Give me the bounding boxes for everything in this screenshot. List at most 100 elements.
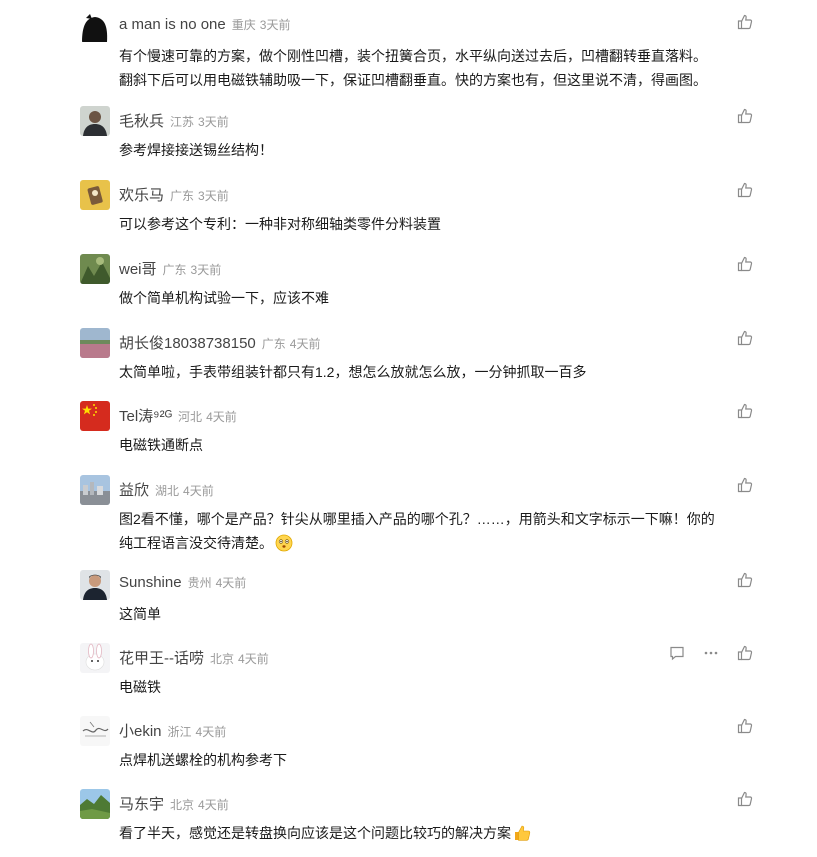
- comment-line: 纯工程语言没交待清楚。: [119, 531, 759, 559]
- comment-meta: 毛秋兵 江苏 3天前: [119, 110, 229, 131]
- thumbs-up-emoji-icon: [513, 824, 531, 849]
- comment-list: a man is no one 重庆 3天前 有个慢速可靠的方案，做个刚性凹槽，…: [0, 0, 817, 857]
- comment-actions: [737, 14, 753, 30]
- avatar[interactable]: [80, 180, 110, 210]
- comment-line: 做个简单机构试验一下，应该不难: [119, 290, 329, 306]
- comment-meta: 花甲王--话唠 北京 4天前: [119, 647, 269, 668]
- author-name[interactable]: 马东宇: [119, 793, 164, 814]
- comment-actions: [737, 477, 753, 493]
- comment-actions: [737, 182, 753, 198]
- comment-text: 电磁铁: [119, 675, 759, 699]
- comment-line: 图2看不懂，哪个是产品？针尖从哪里插入产品的哪个孔？……，用箭头和文字标示一下嘛…: [119, 511, 715, 527]
- comment-text: 太简单啦，手表带组装针都只有1.2，想怎么放就怎么放，一分钟抓取一百多: [119, 360, 759, 384]
- comment-line: 太简单啦，手表带组装针都只有1.2，想怎么放就怎么放，一分钟抓取一百多: [119, 364, 587, 380]
- comment-text: 看了半天，感觉还是转盘换向应该是这个问题比较巧的解决方案: [119, 821, 759, 849]
- author-name[interactable]: 胡长俊18038738150: [119, 332, 256, 353]
- comment-text: 参考焊接接送锡丝结构！: [119, 138, 759, 162]
- thumbs-up-icon[interactable]: [737, 330, 753, 346]
- thumbs-up-icon[interactable]: [737, 182, 753, 198]
- comment-actions: [737, 330, 753, 346]
- comment-meta: Tel涛⁹²ᴳ 河北 4天前: [119, 405, 237, 426]
- comment-line: 电磁铁: [119, 679, 161, 695]
- avatar[interactable]: [80, 475, 110, 505]
- avatar[interactable]: [80, 643, 110, 673]
- author-name[interactable]: Tel涛⁹²ᴳ: [119, 405, 172, 426]
- more-icon[interactable]: [703, 645, 719, 661]
- comment-text: 图2看不懂，哪个是产品？针尖从哪里插入产品的哪个孔？……，用箭头和文字标示一下嘛…: [119, 507, 759, 559]
- comment-meta: 欢乐马 广东 3天前: [119, 184, 229, 205]
- comment-actions: [669, 645, 753, 661]
- comment-actions: [737, 572, 753, 588]
- author-name[interactable]: 欢乐马: [119, 184, 164, 205]
- author-name[interactable]: a man is no one: [119, 16, 226, 33]
- timestamp: 3天前: [190, 263, 222, 277]
- comment-line: 这简单: [119, 606, 161, 622]
- timestamp: 4天前: [289, 337, 321, 351]
- avatar[interactable]: [80, 254, 110, 284]
- thumbs-up-icon[interactable]: [737, 791, 753, 807]
- timestamp: 3天前: [198, 115, 229, 129]
- author-name[interactable]: Sunshine: [119, 574, 182, 591]
- timestamp: 4天前: [215, 576, 247, 590]
- thumbs-up-icon[interactable]: [737, 718, 753, 734]
- comment-meta: 胡长俊18038738150 广东 4天前: [119, 332, 320, 353]
- comment-text: 可以参考这个专利：一种非对称细轴类零件分料装置: [119, 212, 759, 236]
- comment-actions: [737, 718, 753, 734]
- comment-actions: [737, 791, 753, 807]
- comment-text: 点焊机送螺栓的机构参考下: [119, 748, 759, 772]
- comment-line: 有个慢速可靠的方案，做个刚性凹槽，装个扭簧合页，水平纵向送过去后，凹槽翻转垂直落…: [119, 48, 707, 64]
- comment-line: 看了半天，感觉还是转盘换向应该是这个问题比较巧的解决方案: [119, 821, 759, 849]
- location: 贵州: [187, 576, 212, 590]
- thumbs-up-icon[interactable]: [737, 108, 753, 124]
- comment-meta: 马东宇 北京 4天前: [119, 793, 229, 814]
- comment-text: 这简单: [119, 602, 759, 626]
- thumbs-up-icon[interactable]: [737, 403, 753, 419]
- location: 江苏: [170, 115, 195, 129]
- avatar[interactable]: [80, 716, 110, 746]
- author-name[interactable]: 益欣: [119, 479, 149, 500]
- avatar[interactable]: [80, 328, 110, 358]
- location: 广东: [170, 189, 195, 203]
- flushed-face-icon: [275, 534, 293, 559]
- avatar[interactable]: [80, 401, 110, 431]
- location: 浙江: [167, 725, 192, 739]
- avatar[interactable]: [80, 106, 110, 136]
- author-name[interactable]: 毛秋兵: [119, 110, 164, 131]
- location: 北京: [170, 798, 195, 812]
- comment-text: 有个慢速可靠的方案，做个刚性凹槽，装个扭簧合页，水平纵向送过去后，凹槽翻转垂直落…: [119, 44, 759, 92]
- timestamp: 4天前: [195, 725, 227, 739]
- author-name[interactable]: 小ekin: [119, 720, 162, 741]
- comment-meta: 益欣 湖北 4天前: [119, 479, 214, 500]
- comment-meta: Sunshine 贵州 4天前: [119, 574, 246, 591]
- timestamp: 4天前: [238, 652, 269, 666]
- comment-line: 点焊机送螺栓的机构参考下: [119, 752, 287, 768]
- avatar[interactable]: [80, 570, 110, 600]
- thumbs-up-icon[interactable]: [737, 572, 753, 588]
- author-name[interactable]: wei哥: [119, 258, 157, 279]
- avatar[interactable]: [80, 789, 110, 819]
- location: 重庆: [231, 18, 256, 32]
- timestamp: 4天前: [183, 484, 214, 498]
- location: 广东: [261, 337, 286, 351]
- comment-text: 电磁铁通断点: [119, 433, 759, 457]
- timestamp: 4天前: [206, 410, 237, 424]
- comment-meta: wei哥 广东 3天前: [119, 258, 221, 279]
- comment-actions: [737, 108, 753, 124]
- timestamp: 4天前: [198, 798, 229, 812]
- thumbs-up-icon[interactable]: [737, 477, 753, 493]
- timestamp: 3天前: [259, 18, 291, 32]
- comment-line: 参考焊接接送锡丝结构！: [119, 142, 273, 158]
- location: 广东: [162, 263, 187, 277]
- comment-meta: a man is no one 重庆 3天前: [119, 16, 290, 33]
- location: 河北: [178, 410, 203, 424]
- author-name[interactable]: 花甲王--话唠: [119, 647, 204, 668]
- thumbs-up-icon[interactable]: [737, 256, 753, 272]
- comment-actions: [737, 256, 753, 272]
- avatar[interactable]: [80, 12, 110, 42]
- timestamp: 3天前: [198, 189, 229, 203]
- thumbs-up-icon[interactable]: [737, 645, 753, 661]
- comment-line: 翻斜下后可以用电磁铁辅助吸一下，保证凹槽翻垂直。快的方案也有，但这里说不清，得画…: [119, 72, 707, 88]
- reply-icon[interactable]: [669, 645, 685, 661]
- thumbs-up-icon[interactable]: [737, 14, 753, 30]
- comment-line: 电磁铁通断点: [119, 437, 203, 453]
